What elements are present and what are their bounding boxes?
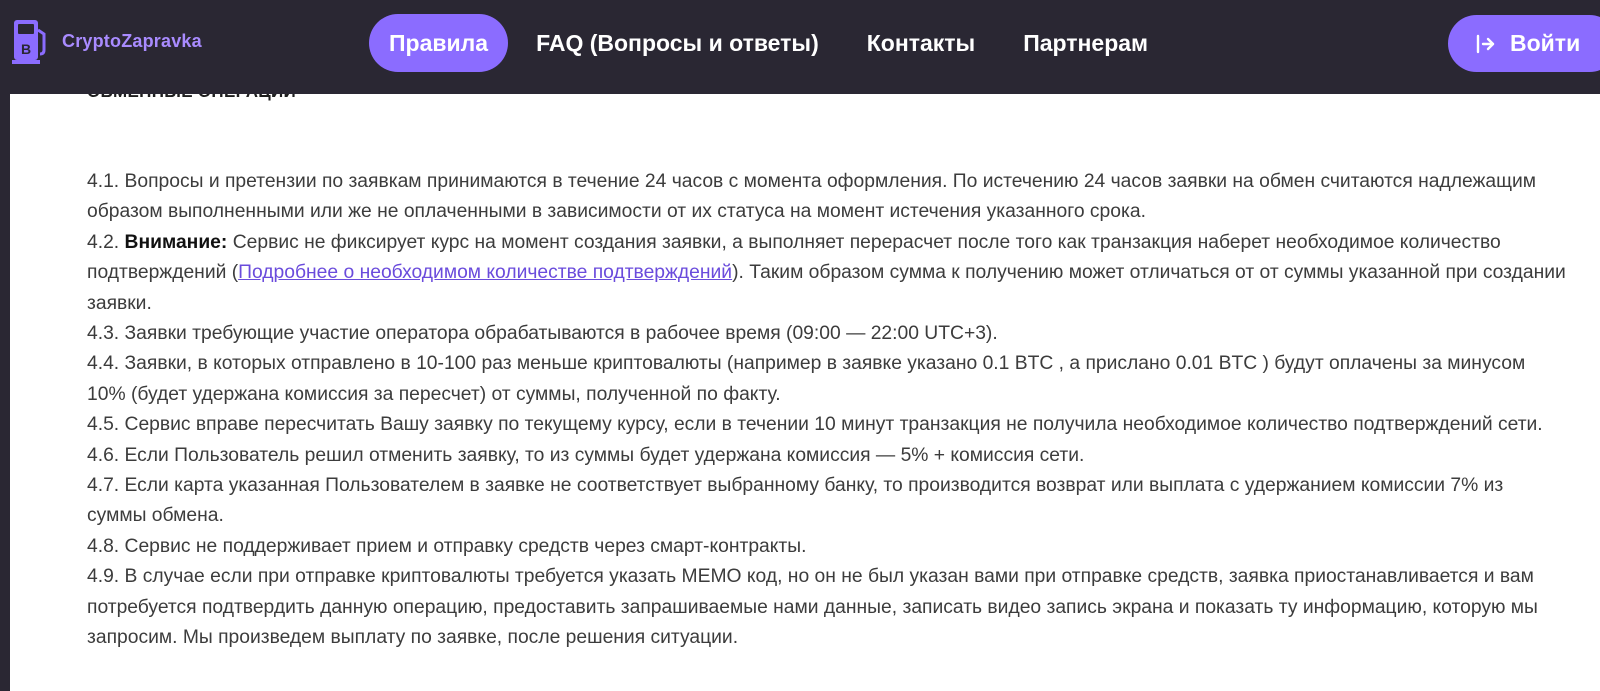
rule-4-6: 4.6. Если Пользователь решил отменить за…: [87, 444, 1085, 466]
nav-item-partners[interactable]: Партнерам: [1003, 14, 1168, 72]
svg-text:B: B: [21, 41, 31, 57]
rule-4-2-attention: Внимание:: [124, 231, 228, 253]
rule-4-3: 4.3. Заявки требующие участие оператора …: [87, 323, 998, 345]
nav-item-contacts[interactable]: Контакты: [847, 14, 995, 72]
rules-page: Обменные операции 4.1. Вопросы и претенз…: [10, 94, 1600, 691]
logo-text: CryptoZapravka: [62, 30, 202, 51]
rule-4-4: 4.4. Заявки, в которых отправлено в 10-1…: [87, 353, 1526, 405]
login-label: Войти: [1510, 30, 1581, 56]
rule-4-9: 4.9. В случае если при отправке криптова…: [87, 566, 1538, 649]
rule-4-2: 4.2. Внимание: Сервис не фиксирует курс …: [87, 228, 1567, 319]
nav-item-rules[interactable]: Правила: [369, 14, 509, 72]
rule-4-2-number: 4.2.: [87, 231, 125, 253]
rule-4-7: 4.7. Если карта указанная Пользователем …: [87, 475, 1504, 527]
nav-item-faq[interactable]: FAQ (Вопросы и ответы): [516, 14, 839, 72]
login-arrow-icon: [1476, 34, 1495, 53]
rule-4-5: 4.5. Сервис вправе пересчитать Вашу заяв…: [87, 414, 1543, 436]
rule-4-8: 4.8. Сервис не поддерживает прием и отпр…: [87, 535, 807, 557]
fuel-pump-bitcoin-icon: B: [12, 20, 46, 64]
rule-4-1: 4.1. Вопросы и претензии по заявкам прин…: [87, 171, 1537, 223]
login-button[interactable]: Войти: [1448, 15, 1600, 72]
main-nav: Правила FAQ (Вопросы и ответы) Контакты …: [369, 14, 1168, 72]
site-logo[interactable]: B CryptoZapravka: [12, 16, 202, 66]
top-navigation-bar: B CryptoZapravka Правила FAQ (Вопросы и …: [0, 0, 1600, 94]
rules-content: 4.1. Вопросы и претензии по заявкам прин…: [87, 167, 1567, 654]
section-title: Обменные операции: [87, 94, 296, 102]
confirmations-link[interactable]: Подробнее о необходимом количестве подтв…: [238, 262, 732, 283]
